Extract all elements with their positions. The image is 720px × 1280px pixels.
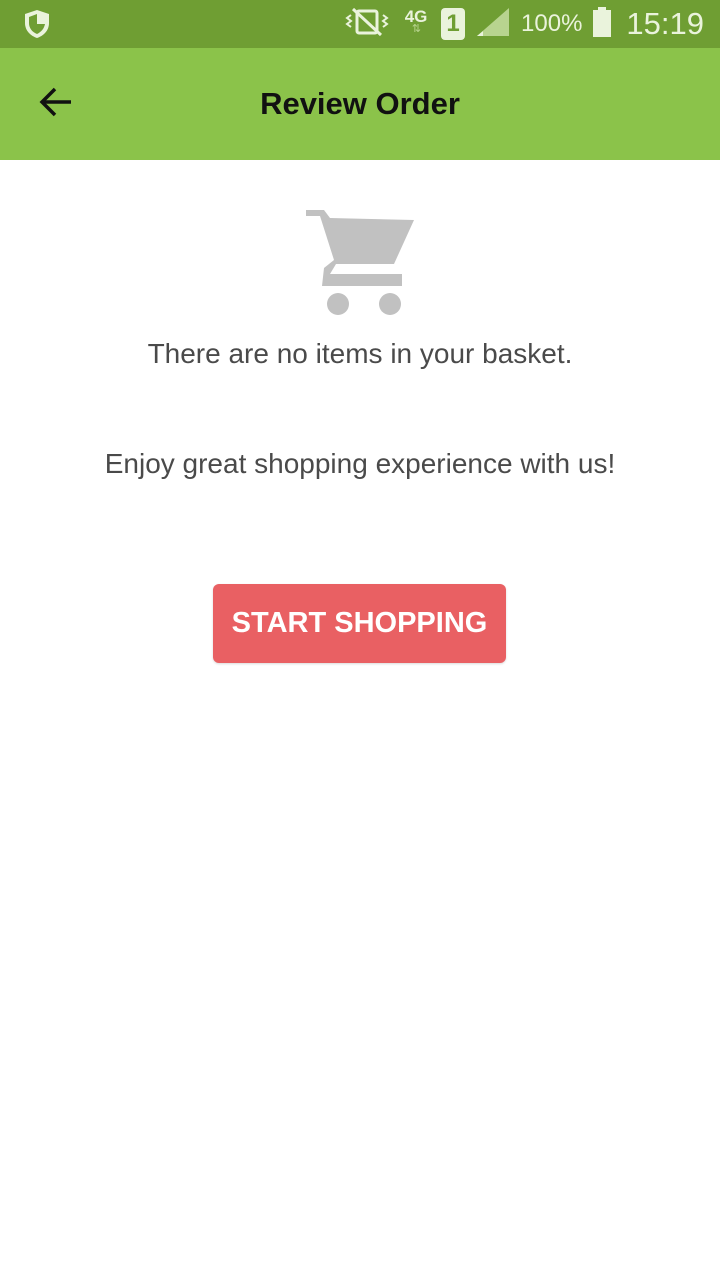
status-icons: 4G ⇅ 1 100% 15:19 [343,0,704,48]
empty-basket-view: There are no items in your basket. Enjoy… [0,160,720,1280]
signal-icon [475,6,511,43]
empty-basket-message: There are no items in your basket. [147,338,573,369]
arrow-back-icon [38,86,74,123]
page-title: Review Order [260,86,460,121]
status-bar: 4G ⇅ 1 100% 15:19 [0,0,720,48]
data-arrows-icon: ⇅ [411,23,421,35]
back-button[interactable] [28,76,84,132]
app-bar: Review Order [0,48,720,160]
clock: 15:19 [626,6,704,41]
shopping-cart-icon [304,206,416,316]
battery-icon [592,6,612,43]
start-shopping-button[interactable]: START SHOPPING [213,584,506,663]
vibrate-mute-icon [343,7,391,42]
battery-percent: 100% [521,10,583,37]
shield-icon [22,8,52,40]
sim-1-icon: 1 [441,8,466,40]
shopping-tagline: Enjoy great shopping experience with us! [104,448,616,479]
network-4g-icon: 4G ⇅ [401,4,431,44]
